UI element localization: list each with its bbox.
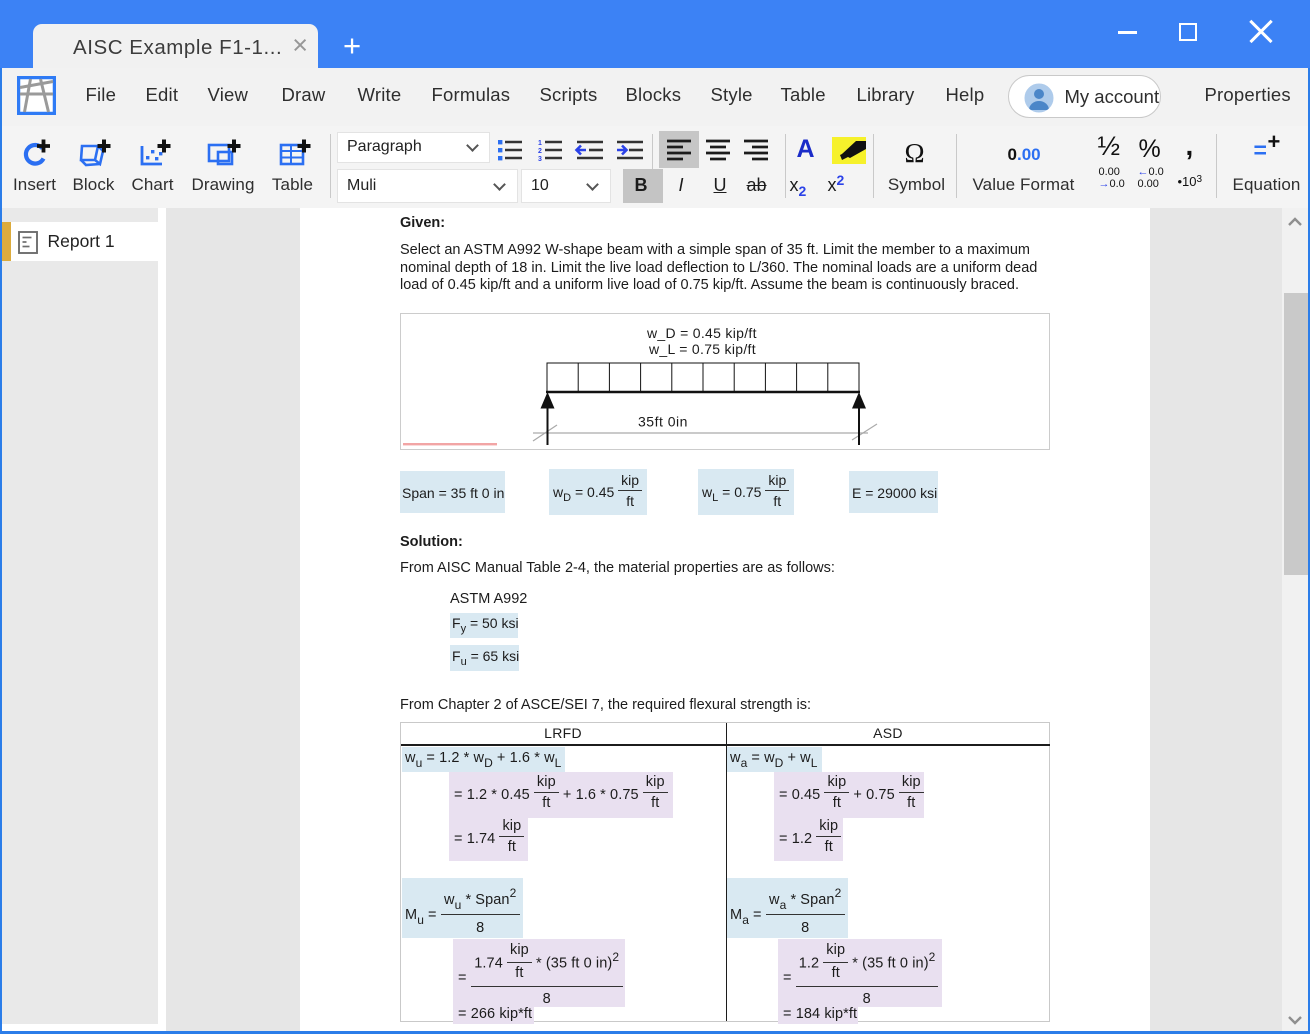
svg-text:35ft 0in: 35ft 0in [638,414,688,430]
svg-text:w_L = 0.75 kip/ft: w_L = 0.75 kip/ft [648,341,756,357]
svg-text:3: 3 [538,156,542,161]
svg-text:1: 1 [538,140,542,147]
svg-text:w_D = 0.45 kip/ft: w_D = 0.45 kip/ft [646,325,757,341]
svg-text:2: 2 [538,148,542,155]
